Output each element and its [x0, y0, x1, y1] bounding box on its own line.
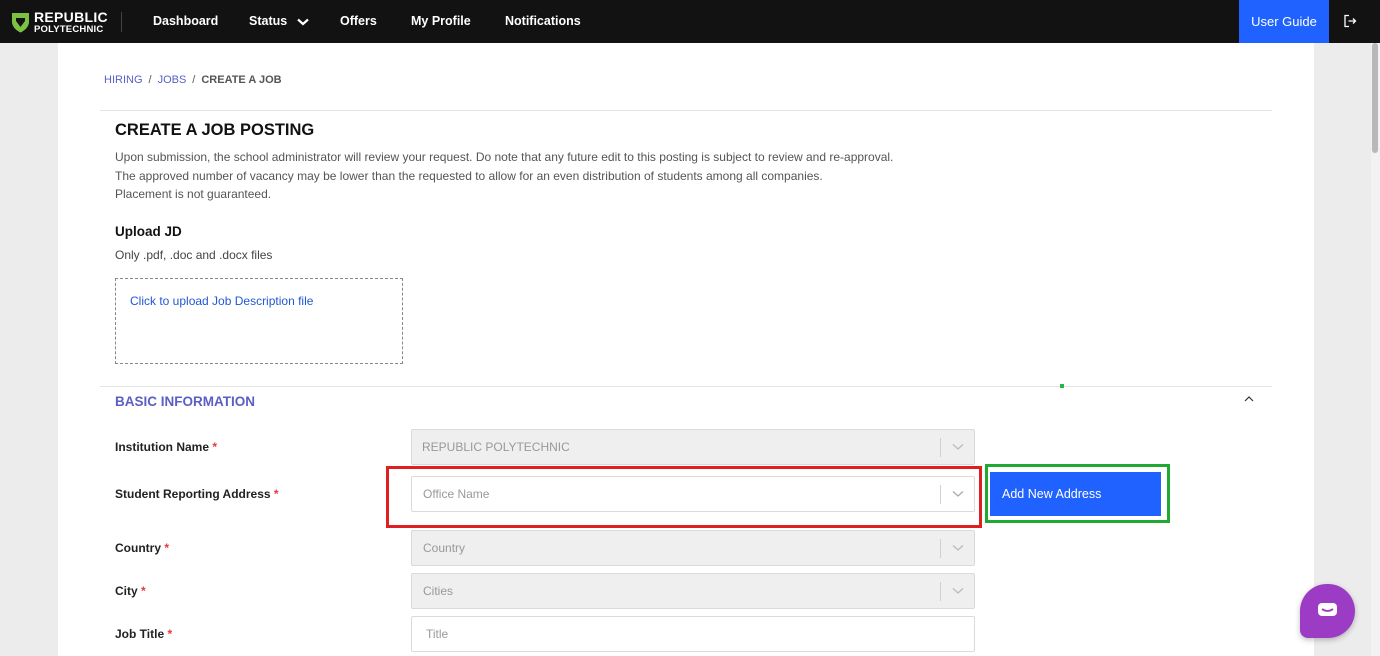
chat-icon [1318, 603, 1337, 616]
nav-status[interactable]: Status [249, 0, 309, 43]
select-divider [940, 438, 941, 457]
breadcrumb-current: CREATE A JOB [201, 74, 282, 86]
nav-notifications[interactable]: Notifications [505, 0, 581, 43]
nav-my-profile-label: My Profile [411, 14, 471, 28]
nav-dashboard-label: Dashboard [153, 14, 219, 28]
divider [100, 110, 1272, 111]
job-title-label-text: Job Title [115, 627, 165, 641]
nav-notifications-label: Notifications [505, 14, 581, 28]
description-line: Placement is not guaranteed. [115, 187, 272, 201]
job-title-label: Job Title * [115, 627, 172, 641]
institution-name-value: REPUBLIC POLYTECHNIC [422, 440, 570, 454]
country-placeholder: Country [423, 541, 466, 555]
breadcrumb-separator: / [192, 74, 196, 86]
nav-offers[interactable]: Offers [340, 0, 377, 43]
upload-dropzone-text[interactable]: Click to upload Job Description file [130, 294, 313, 308]
breadcrumb-hiring[interactable]: HIRING [104, 74, 143, 86]
city-placeholder: Cities [423, 584, 454, 598]
city-select: Cities [411, 573, 975, 609]
student-reporting-address-label-text: Student Reporting Address [115, 487, 271, 501]
country-label: Country * [115, 541, 169, 555]
breadcrumb: HIRING / JOBS / CREATE A JOB [104, 74, 282, 86]
divider [100, 386, 1272, 387]
select-divider [940, 582, 941, 601]
chevron-down-icon [296, 18, 309, 26]
institution-name-select: REPUBLIC POLYTECHNIC [411, 429, 975, 465]
user-guide-button[interactable]: User Guide [1239, 0, 1329, 43]
highlight-box-address-field [386, 466, 982, 528]
upload-jd-title: Upload JD [115, 224, 182, 239]
highlight-box-add-address-button [985, 464, 1170, 523]
shield-logo-icon [12, 13, 29, 33]
scrollbar-thumb[interactable] [1372, 43, 1378, 153]
chevron-up-icon[interactable] [1244, 395, 1254, 403]
institution-name-label: Institution Name * [115, 440, 217, 454]
job-title-placeholder: Title [426, 627, 449, 641]
breadcrumb-jobs[interactable]: JOBS [158, 74, 187, 86]
select-divider [940, 539, 941, 558]
job-title-input[interactable]: Title [411, 616, 975, 652]
country-label-text: Country [115, 541, 161, 555]
marker-dot [1060, 384, 1064, 388]
city-label-text: City [115, 584, 138, 598]
chevron-down-icon [952, 444, 964, 450]
required-marker: * [212, 440, 218, 454]
top-navbar: REPUBLIC POLYTECHNIC Dashboard Status Of… [0, 0, 1380, 43]
required-marker: * [141, 584, 146, 598]
logo-line2: POLYTECHNIC [34, 23, 104, 35]
required-marker: * [273, 487, 279, 501]
republic-polytechnic-logo[interactable]: REPUBLIC POLYTECHNIC [11, 9, 108, 35]
nav-offers-label: Offers [340, 14, 377, 28]
upload-dropzone[interactable]: Click to upload Job Description file [115, 278, 403, 364]
nav-my-profile[interactable]: My Profile [411, 0, 471, 43]
nav-status-label: Status [249, 14, 288, 28]
description-line: Upon submission, the school administrato… [115, 150, 894, 164]
required-marker: * [164, 541, 170, 555]
create-job-card: HIRING / JOBS / CREATE A JOB CREATE A JOB PO… [58, 43, 1314, 656]
logo-line1: REPUBLIC [34, 8, 108, 25]
logout-icon[interactable] [1343, 14, 1357, 28]
country-select: Country [411, 530, 975, 566]
upload-jd-note: Only .pdf, .doc and .docx files [115, 248, 273, 262]
city-label: City * [115, 584, 146, 598]
required-marker: * [167, 627, 173, 641]
basic-information-title[interactable]: BASIC INFORMATION [115, 394, 255, 409]
chevron-down-icon [952, 588, 964, 594]
breadcrumb-separator: / [148, 74, 152, 86]
chat-button[interactable] [1300, 584, 1355, 638]
chevron-down-icon [952, 545, 964, 551]
institution-name-label-text: Institution Name [115, 440, 210, 454]
page-title: CREATE A JOB POSTING [115, 121, 315, 139]
nav-dashboard[interactable]: Dashboard [153, 0, 218, 43]
student-reporting-address-label: Student Reporting Address * [115, 487, 279, 501]
page-scrollbar[interactable] [1371, 43, 1380, 656]
logo-divider [121, 12, 122, 32]
description-line: The approved number of vacancy may be lo… [115, 169, 823, 183]
